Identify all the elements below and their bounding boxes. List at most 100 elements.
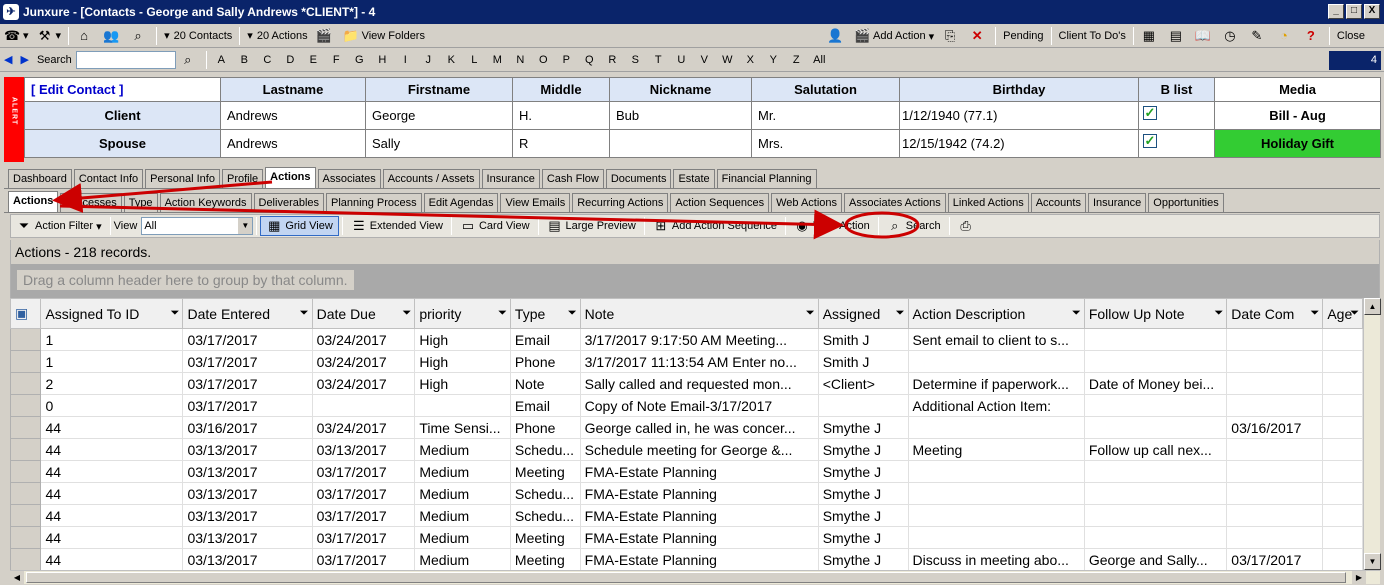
- copy-button[interactable]: ⎘: [938, 25, 965, 47]
- tab-documents[interactable]: Documents: [605, 169, 672, 188]
- letter-filter-j[interactable]: J: [417, 54, 440, 66]
- letter-filter-a[interactable]: A: [210, 54, 233, 66]
- subtab-action-keywords[interactable]: Action Keywords: [159, 193, 252, 212]
- find-button[interactable]: ⌕: [126, 25, 153, 47]
- table-row[interactable]: 2 03/17/2017 03/24/2017 High Note Sally calle…: [10, 372, 1363, 395]
- add-action-sequence-button[interactable]: ⊞ Add Action Sequence: [648, 216, 782, 236]
- letter-filter-w[interactable]: W: [716, 54, 739, 66]
- tab-associates[interactable]: Associates: [317, 169, 381, 188]
- search-button[interactable]: ⌕ Search: [882, 216, 946, 236]
- scroll-thumb[interactable]: [26, 572, 1346, 583]
- alert-bar[interactable]: ALERT: [4, 77, 24, 162]
- contacts-count-button[interactable]: ▾ 20 Contacts: [160, 25, 236, 47]
- letter-filter-c[interactable]: C: [256, 54, 279, 66]
- subtab-linked-actions[interactable]: Linked Actions: [947, 193, 1029, 212]
- column-header-follow-up-note[interactable]: Follow Up Note ⏷: [1083, 298, 1228, 329]
- column-header-date-entered[interactable]: Date Entered ⏷: [182, 298, 313, 329]
- calendar-button[interactable]: ▦: [1137, 25, 1164, 47]
- row-selector[interactable]: [10, 438, 42, 461]
- letter-filter-h[interactable]: H: [371, 54, 394, 66]
- letter-filter-s[interactable]: S: [624, 54, 647, 66]
- tab-contact-info[interactable]: Contact Info: [73, 169, 144, 188]
- subtab-accounts[interactable]: Accounts: [1030, 193, 1086, 212]
- edit-button[interactable]: ✎: [1245, 25, 1272, 47]
- book-button[interactable]: 📖: [1191, 25, 1218, 47]
- column-chooser-icon[interactable]: ▣: [10, 298, 42, 329]
- view-action-button[interactable]: ◉ View Action: [789, 216, 875, 236]
- scroll-left-icon[interactable]: ◀: [10, 571, 24, 584]
- letter-filter-o[interactable]: O: [532, 54, 555, 66]
- subtab-processes[interactable]: Processes: [60, 193, 122, 212]
- scroll-down-icon[interactable]: ▼: [1364, 553, 1381, 570]
- table-row[interactable]: 1 03/17/2017 03/24/2017 High Phone 3/17/2017 …: [10, 350, 1363, 373]
- help-button[interactable]: ?: [1299, 25, 1326, 47]
- subtab-edit-agendas[interactable]: Edit Agendas: [423, 193, 499, 212]
- column-header-action-description[interactable]: Action Description ⏷: [907, 298, 1085, 329]
- clapper-button[interactable]: 🎬: [312, 25, 339, 47]
- extended-view-button[interactable]: ☰ Extended View: [346, 216, 448, 236]
- letter-filter-all[interactable]: All: [808, 54, 831, 66]
- row-selector[interactable]: [10, 504, 42, 527]
- letter-filter-t[interactable]: T: [647, 54, 670, 66]
- contacts-button[interactable]: 👥: [99, 25, 126, 47]
- row-selector[interactable]: [10, 460, 42, 483]
- column-header-date-due[interactable]: Date Due ⏷: [311, 298, 416, 329]
- filter-icon[interactable]: ⏷: [1311, 307, 1320, 320]
- spouse-blist-checkbox[interactable]: ✓: [1138, 129, 1215, 158]
- grid-view-button[interactable]: ▦ Grid View: [260, 216, 339, 236]
- timer-button[interactable]: ◔: [1272, 25, 1299, 47]
- pending-button[interactable]: Pending: [999, 25, 1047, 47]
- letter-filter-m[interactable]: M: [486, 54, 509, 66]
- filter-icon[interactable]: ⏷: [896, 307, 905, 320]
- home-button[interactable]: ⌂: [72, 25, 99, 47]
- subtab-insurance[interactable]: Insurance: [1087, 193, 1147, 212]
- tab-insurance[interactable]: Insurance: [481, 169, 540, 188]
- filter-icon[interactable]: ⏷: [806, 307, 815, 320]
- row-selector[interactable]: [10, 416, 42, 439]
- column-header-assigned[interactable]: Assigned ⏷: [817, 298, 909, 329]
- letter-filter-g[interactable]: G: [348, 54, 371, 66]
- table-row[interactable]: 44 03/13/2017 03/17/2017 Medium Meeting FMA-E…: [10, 526, 1363, 549]
- large-preview-button[interactable]: ▤ Large Preview: [542, 216, 641, 236]
- letter-filter-r[interactable]: R: [601, 54, 624, 66]
- filter-icon[interactable]: ⏷: [1072, 307, 1081, 320]
- table-row[interactable]: 44 03/13/2017 03/17/2017 Medium Meeting FMA-E…: [10, 548, 1363, 570]
- letter-filter-f[interactable]: F: [325, 54, 348, 66]
- letter-filter-b[interactable]: B: [233, 54, 256, 66]
- row-selector[interactable]: [10, 328, 42, 351]
- letter-filter-z[interactable]: Z: [785, 54, 808, 66]
- letter-filter-u[interactable]: U: [670, 54, 693, 66]
- print-button[interactable]: ⎙: [953, 216, 982, 236]
- row-selector[interactable]: [10, 482, 42, 505]
- maximize-button[interactable]: □: [1346, 4, 1362, 19]
- action-filter-button[interactable]: ⏷ Action Filter ▾: [11, 216, 107, 236]
- row-selector[interactable]: [10, 350, 42, 373]
- letter-filter-p[interactable]: P: [555, 54, 578, 66]
- filter-icon[interactable]: ⏷: [300, 307, 309, 320]
- table-row[interactable]: 44 03/13/2017 03/17/2017 Medium Schedu... FMA…: [10, 482, 1363, 505]
- search-go-button[interactable]: ⌕: [176, 49, 203, 71]
- subtab-recurring-actions[interactable]: Recurring Actions: [572, 193, 669, 212]
- subtab-action-sequences[interactable]: Action Sequences: [670, 193, 770, 212]
- delete-button[interactable]: ✕: [965, 25, 992, 47]
- filter-icon[interactable]: ⏷: [568, 307, 577, 320]
- close-window-button[interactable]: X: [1364, 4, 1380, 19]
- letter-filter-e[interactable]: E: [302, 54, 325, 66]
- letter-filter-l[interactable]: L: [463, 54, 486, 66]
- people-action-button[interactable]: 👤: [823, 25, 850, 47]
- card-view-button[interactable]: ▭ Card View: [455, 216, 535, 236]
- tab-financial-planning[interactable]: Financial Planning: [716, 169, 817, 188]
- filter-icon[interactable]: ⏷: [403, 307, 412, 320]
- edit-contact-link[interactable]: [ Edit Contact ]: [24, 77, 221, 102]
- column-header-age[interactable]: Age ⏷: [1322, 298, 1363, 329]
- subtab-web-actions[interactable]: Web Actions: [771, 193, 843, 212]
- row-selector[interactable]: [10, 548, 42, 570]
- add-action-button[interactable]: 🎬 Add Action ▾: [850, 25, 938, 47]
- table-row[interactable]: 1 03/17/2017 03/24/2017 High Email 3/17/2017 …: [10, 328, 1363, 351]
- tab-profile[interactable]: Profile: [221, 169, 264, 188]
- minimize-button[interactable]: _: [1328, 4, 1344, 19]
- view-folders-button[interactable]: 📁 View Folders: [339, 25, 429, 47]
- tools-button[interactable]: ⚒ ▾: [33, 25, 66, 47]
- letter-filter-q[interactable]: Q: [578, 54, 601, 66]
- search-input[interactable]: [75, 50, 176, 69]
